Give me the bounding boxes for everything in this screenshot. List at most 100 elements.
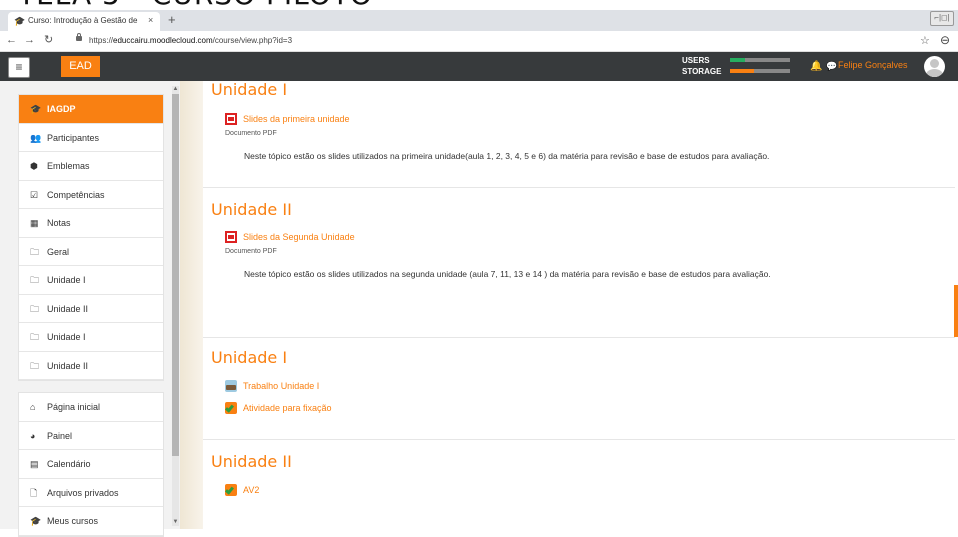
scroll-down-icon[interactable]: ▼ bbox=[172, 519, 179, 526]
page-decoration bbox=[180, 81, 203, 529]
assignment-icon bbox=[225, 380, 237, 392]
section-divider bbox=[203, 187, 955, 188]
folder-icon: 🗀 bbox=[30, 275, 40, 285]
course-nav: 🎓 IAGDP 👥 Participantes ⬢ Emblemas ☑ Competênci… bbox=[18, 94, 164, 381]
sidebar-item[interactable]: 👥 Participantes bbox=[19, 124, 163, 152]
browser-tab[interactable]: 🎓 Curso: Introdução à Gestão de P × bbox=[8, 12, 160, 31]
browser-tab-bar: 🎓 Curso: Introdução à Gestão de P × + ⌐|… bbox=[0, 10, 958, 31]
sidebar-item[interactable]: 🗋 Arquivos privados bbox=[19, 479, 163, 507]
sidebar-item-label: Participantes bbox=[47, 132, 100, 143]
sidebar-item[interactable]: 🎓 IAGDP bbox=[19, 95, 163, 124]
section-title[interactable]: Unidade II bbox=[211, 453, 292, 471]
sidebar-item[interactable]: ▦ Notas bbox=[19, 209, 163, 238]
activity-link[interactable]: Slides da Segunda Unidade bbox=[243, 232, 355, 243]
feedback-side-tab[interactable] bbox=[954, 285, 958, 337]
storage-label: STORAGE bbox=[682, 67, 722, 76]
graduation-cap-icon: 🎓 bbox=[30, 516, 42, 526]
scrollbar-thumb[interactable] bbox=[172, 94, 179, 456]
url-path: /course/view.php?id=3 bbox=[212, 36, 293, 45]
users-icon: 👥 bbox=[30, 132, 42, 143]
storage-quota-fill bbox=[730, 69, 754, 73]
url-scheme: https:// bbox=[89, 36, 114, 45]
window-controls[interactable]: ⌐|◻| bbox=[930, 11, 954, 26]
users-quota-bar bbox=[730, 58, 790, 62]
sidebar-item-label: Unidade I bbox=[47, 275, 86, 285]
chat-bubble-icon[interactable]: 💬 bbox=[826, 61, 837, 72]
drawer-scrollbar[interactable]: ▲ ▼ bbox=[172, 86, 179, 526]
sidebar-item-label: Emblemas bbox=[47, 161, 90, 171]
activity-link[interactable]: Slides da primeira unidade bbox=[243, 114, 350, 125]
top-navbar: ≡ EAD USERS STORAGE 🔔 💬 Felipe Gonçalves bbox=[0, 52, 958, 81]
folder-icon: 🗀 bbox=[30, 303, 40, 314]
sidebar-item-label: Página inicial bbox=[47, 402, 101, 412]
sidebar-item-label: Unidade I bbox=[47, 332, 86, 342]
bookmark-star-icon[interactable]: ☆ bbox=[920, 34, 930, 47]
reload-icon[interactable]: ↻ bbox=[44, 34, 53, 47]
url-field[interactable]: https://educcairu.moodlecloud.com/course… bbox=[89, 35, 292, 46]
avatar[interactable] bbox=[924, 56, 945, 77]
users-quota-fill bbox=[730, 58, 745, 62]
sidebar-item[interactable]: ⬢ Emblemas bbox=[19, 152, 163, 181]
sidebar-item[interactable]: ⌂ Página inicial bbox=[19, 393, 163, 422]
slide-title: TELA 5 - CURSO PILOTO bbox=[18, 0, 373, 10]
url-host: educcairu.moodlecloud.com bbox=[113, 36, 213, 45]
sidebar-item-label: Unidade II bbox=[47, 303, 89, 314]
storage-quota-bar bbox=[730, 69, 790, 73]
sidebar-item[interactable]: 🗀 Unidade II bbox=[19, 352, 163, 380]
file-icon: 🗋 bbox=[30, 487, 38, 498]
sidebar-item[interactable]: ▤ Calendário bbox=[19, 450, 163, 479]
quiz-icon bbox=[225, 402, 237, 414]
back-arrow-icon[interactable]: ← bbox=[6, 34, 17, 47]
site-nav: ⌂ Página inicial ◕ Painel ▤ Calendário 🗋 Arquiv… bbox=[18, 392, 164, 537]
course-content: Unidade I Slides da primeira unidade Doc… bbox=[203, 81, 958, 529]
activity-link[interactable]: Trabalho Unidade I bbox=[243, 381, 319, 392]
moodle-favicon-icon: 🎓 bbox=[14, 16, 26, 26]
menu-toggle-button[interactable]: ≡ bbox=[8, 57, 30, 78]
usage-quota: USERS STORAGE bbox=[682, 55, 721, 77]
section-summary: Neste tópico estão os slides utilizados … bbox=[244, 151, 770, 161]
activity-type: Documento PDF bbox=[225, 130, 277, 137]
sidebar-item[interactable]: ◕ Painel bbox=[19, 422, 163, 450]
calendar-icon: ▤ bbox=[30, 459, 39, 469]
sidebar-item[interactable]: 🗀 Unidade I bbox=[19, 266, 163, 295]
shield-icon: ⬢ bbox=[30, 161, 38, 171]
close-tab-icon[interactable]: × bbox=[148, 15, 153, 26]
sidebar-item[interactable]: 🗀 Unidade I bbox=[19, 323, 163, 352]
new-tab-button[interactable]: + bbox=[168, 13, 176, 26]
activity-type: Documento PDF bbox=[225, 248, 277, 255]
section-title[interactable]: Unidade II bbox=[211, 201, 292, 219]
check-square-icon: ☑ bbox=[30, 189, 39, 200]
section-summary: Neste tópico estão os slides utilizados … bbox=[244, 269, 771, 279]
sidebar-item-label: Notas bbox=[47, 218, 71, 228]
tab-title: Curso: Introdução à Gestão de P bbox=[28, 16, 140, 25]
folder-icon: 🗀 bbox=[30, 246, 40, 257]
pdf-icon bbox=[225, 113, 237, 125]
scroll-up-icon[interactable]: ▲ bbox=[172, 86, 179, 93]
sidebar-item-label: Unidade II bbox=[47, 360, 89, 371]
forward-arrow-icon[interactable]: → bbox=[24, 34, 35, 47]
sidebar-item-label: Geral bbox=[47, 246, 70, 257]
sidebar-item[interactable]: ☑ Competências bbox=[19, 181, 163, 209]
sidebar-item[interactable]: 🗀 Unidade II bbox=[19, 295, 163, 323]
bell-icon[interactable]: 🔔 bbox=[810, 61, 822, 72]
table-icon: ▦ bbox=[30, 218, 39, 228]
graduation-cap-icon: 🎓 bbox=[30, 104, 42, 114]
users-label: USERS bbox=[682, 56, 710, 65]
dashboard-icon: ◕ bbox=[30, 430, 36, 441]
account-icon[interactable]: ⊖ bbox=[940, 33, 950, 47]
section-divider bbox=[203, 439, 955, 440]
section-title[interactable]: Unidade I bbox=[211, 81, 287, 99]
user-name[interactable]: Felipe Gonçalves bbox=[838, 60, 908, 70]
sidebar-item[interactable]: 🗀 Geral bbox=[19, 238, 163, 266]
sidebar-item-label: Painel bbox=[47, 430, 73, 441]
sidebar-item-label: Calendário bbox=[47, 459, 91, 469]
activity-link[interactable]: AV2 bbox=[243, 485, 259, 496]
pdf-icon bbox=[225, 231, 237, 243]
site-brand[interactable]: EAD bbox=[61, 56, 100, 77]
sidebar-item-label: Competências bbox=[47, 189, 105, 200]
home-icon: ⌂ bbox=[30, 402, 36, 412]
folder-icon: 🗀 bbox=[30, 360, 40, 371]
sidebar-item[interactable]: 🎓 Meus cursos bbox=[19, 507, 163, 536]
section-title[interactable]: Unidade I bbox=[211, 349, 287, 367]
activity-link[interactable]: Atividade para fixação bbox=[243, 403, 332, 414]
